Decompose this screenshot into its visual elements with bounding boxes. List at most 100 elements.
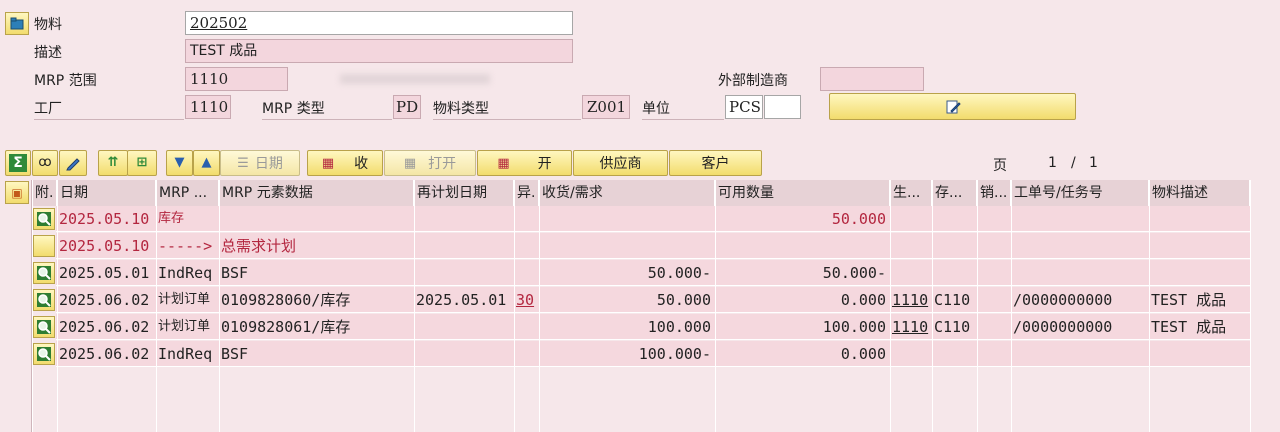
cell-mrp-element-data: 总需求计划 [221, 237, 297, 255]
edit-button[interactable] [829, 93, 1076, 120]
expand-up-button[interactable]: ⇈ [98, 150, 128, 176]
cell-available-qty: 100.000 [822, 318, 886, 336]
mrp-type-field: PD [393, 95, 421, 119]
unit-field: PCS [725, 95, 763, 119]
page-label: 页 [993, 158, 1007, 174]
cell-available-qty: 0.000 [840, 291, 886, 309]
row-detail-button[interactable] [33, 289, 55, 311]
cell-date: 2025.05.10 [59, 210, 150, 228]
cell-date: 2025.06.02 [59, 318, 150, 336]
date-button[interactable]: ☰ 日期 [220, 150, 300, 176]
customer-button[interactable]: 客户 [669, 150, 762, 176]
folder-icon [10, 17, 24, 29]
magnifier-icon [37, 347, 51, 361]
column-header-mrp-element[interactable]: MRP ... [156, 180, 219, 206]
glasses-icon: ꝏ [38, 155, 52, 170]
cell-mrp-element: 计划订单 [158, 292, 211, 307]
cell-receipt-requirement: 100.000 [647, 318, 711, 336]
calendar-7-icon: ▦ [497, 155, 510, 171]
calendar-disabled-icon: ▦ [403, 155, 417, 171]
open2-button[interactable]: ▦ 开 [477, 150, 572, 176]
unit-extra-field [764, 95, 801, 119]
table-layout-icon: ▣ [11, 185, 23, 200]
column-header-available-qty[interactable]: 可用数量 [715, 180, 890, 206]
cell-receipt-requirement: 50.000- [647, 264, 711, 282]
material-label: 物料 [34, 17, 62, 33]
receipts-button[interactable]: ▦ 收 [307, 150, 383, 176]
cell-production-plant[interactable]: 1110 [890, 287, 932, 313]
cell-order-number: /0000000000 [1013, 291, 1113, 309]
tree-add-icon: ⊞ [136, 155, 148, 170]
row-detail-button[interactable] [33, 208, 55, 230]
row-detail-button[interactable] [33, 262, 55, 284]
cell-date: 2025.06.02 [59, 345, 150, 363]
cell-storage-location: C110 [934, 291, 971, 309]
cell-material-description: TEST 成品 [1151, 291, 1227, 309]
cell-available-qty: 50.000- [822, 264, 886, 282]
ext-manufacturer-field [820, 67, 924, 91]
column-header-mrp-element-data[interactable]: MRP 元素数据 [219, 180, 414, 206]
row-detail-button[interactable] [33, 343, 55, 365]
column-header-date[interactable]: 日期 [57, 180, 156, 206]
column-header-material-description[interactable]: 物料描述 [1149, 180, 1250, 206]
cell-mrp-element: 库存 [158, 211, 185, 226]
mrp-area-field: 1110 [185, 67, 288, 91]
arrow-down-icon: ▼ [174, 155, 185, 170]
material-type-field: Z001 [582, 95, 630, 119]
column-header-exception[interactable]: 异. [514, 180, 539, 206]
description-field: TEST 成品 [185, 39, 573, 63]
mrp-area-label: MRP 范围 [34, 73, 97, 89]
column-header-production-plant[interactable]: 生... [890, 180, 932, 206]
material-icon-button[interactable] [5, 12, 29, 35]
blurred-text [340, 74, 490, 84]
cell-mrp-element-data: BSF [221, 264, 249, 282]
cell-available-qty: 50.000 [831, 210, 886, 228]
arrow-up-icon: ▲ [201, 155, 212, 170]
column-header-sales[interactable]: 销... [977, 180, 1011, 206]
unit-label: 单位 [642, 101, 670, 117]
page-total: 1 [1089, 155, 1098, 171]
ext-manufacturer-label: 外部制造商 [718, 73, 788, 89]
column-header-receipt-requirement[interactable]: 收货/需求 [539, 180, 715, 206]
cell-mrp-element: IndReq [158, 264, 213, 282]
column-header-order-number[interactable]: 工单号/任务号 [1011, 180, 1149, 206]
cell-receipt-requirement: 100.000- [638, 345, 711, 363]
column-header-reschedule-date[interactable]: 再计划日期 [414, 180, 514, 206]
open-button[interactable]: ▦ 打开 [384, 150, 476, 176]
cell-storage-location: C110 [934, 318, 971, 336]
pencil-button[interactable] [59, 150, 87, 176]
calendar-icon: ▦ [321, 155, 335, 171]
pencil-icon [66, 158, 80, 171]
expand-down-button[interactable]: ⊞ [127, 150, 157, 176]
cell-mrp-element-data: BSF [221, 345, 249, 363]
row-detail-button[interactable] [33, 235, 55, 257]
glasses-button[interactable]: ꝏ [32, 150, 58, 176]
date-hierarchy-icon: ☰ [237, 155, 249, 171]
tree-up-icon: ⇈ [107, 155, 119, 170]
row-detail-button[interactable] [33, 316, 55, 338]
table-row[interactable] [56, 206, 1250, 232]
cell-date: 2025.06.02 [59, 291, 150, 309]
cell-production-plant[interactable]: 1110 [890, 314, 932, 340]
cell-mrp-element-data: 0109828061/库存 [221, 318, 351, 336]
sigma-icon: Σ [9, 154, 27, 172]
cell-date: 2025.05.10 [59, 237, 150, 255]
description-label: 描述 [34, 45, 62, 61]
supplier-button[interactable]: 供应商 [573, 150, 668, 176]
column-header-attach[interactable]: 附. [32, 180, 57, 206]
sort-up-button[interactable]: ▲ [193, 150, 220, 176]
magnifier-icon [37, 320, 51, 334]
cell-receipt-requirement: 50.000 [656, 291, 711, 309]
cell-exception[interactable]: 30 [514, 287, 539, 313]
material-input[interactable]: 202502 [185, 11, 573, 35]
cell-date: 2025.05.01 [59, 264, 150, 282]
sort-down-button[interactable]: ▼ [166, 150, 193, 176]
plant-label: 工厂 [34, 101, 62, 117]
cell-mrp-element: IndReq [158, 345, 213, 363]
table-settings-button[interactable]: ▣ [5, 181, 29, 204]
magnifier-icon [37, 212, 51, 226]
column-header-storage-location[interactable]: 存... [932, 180, 977, 206]
magnifier-icon [37, 266, 51, 280]
sum-button[interactable]: Σ [5, 150, 31, 176]
edit-pen-icon [946, 100, 961, 113]
